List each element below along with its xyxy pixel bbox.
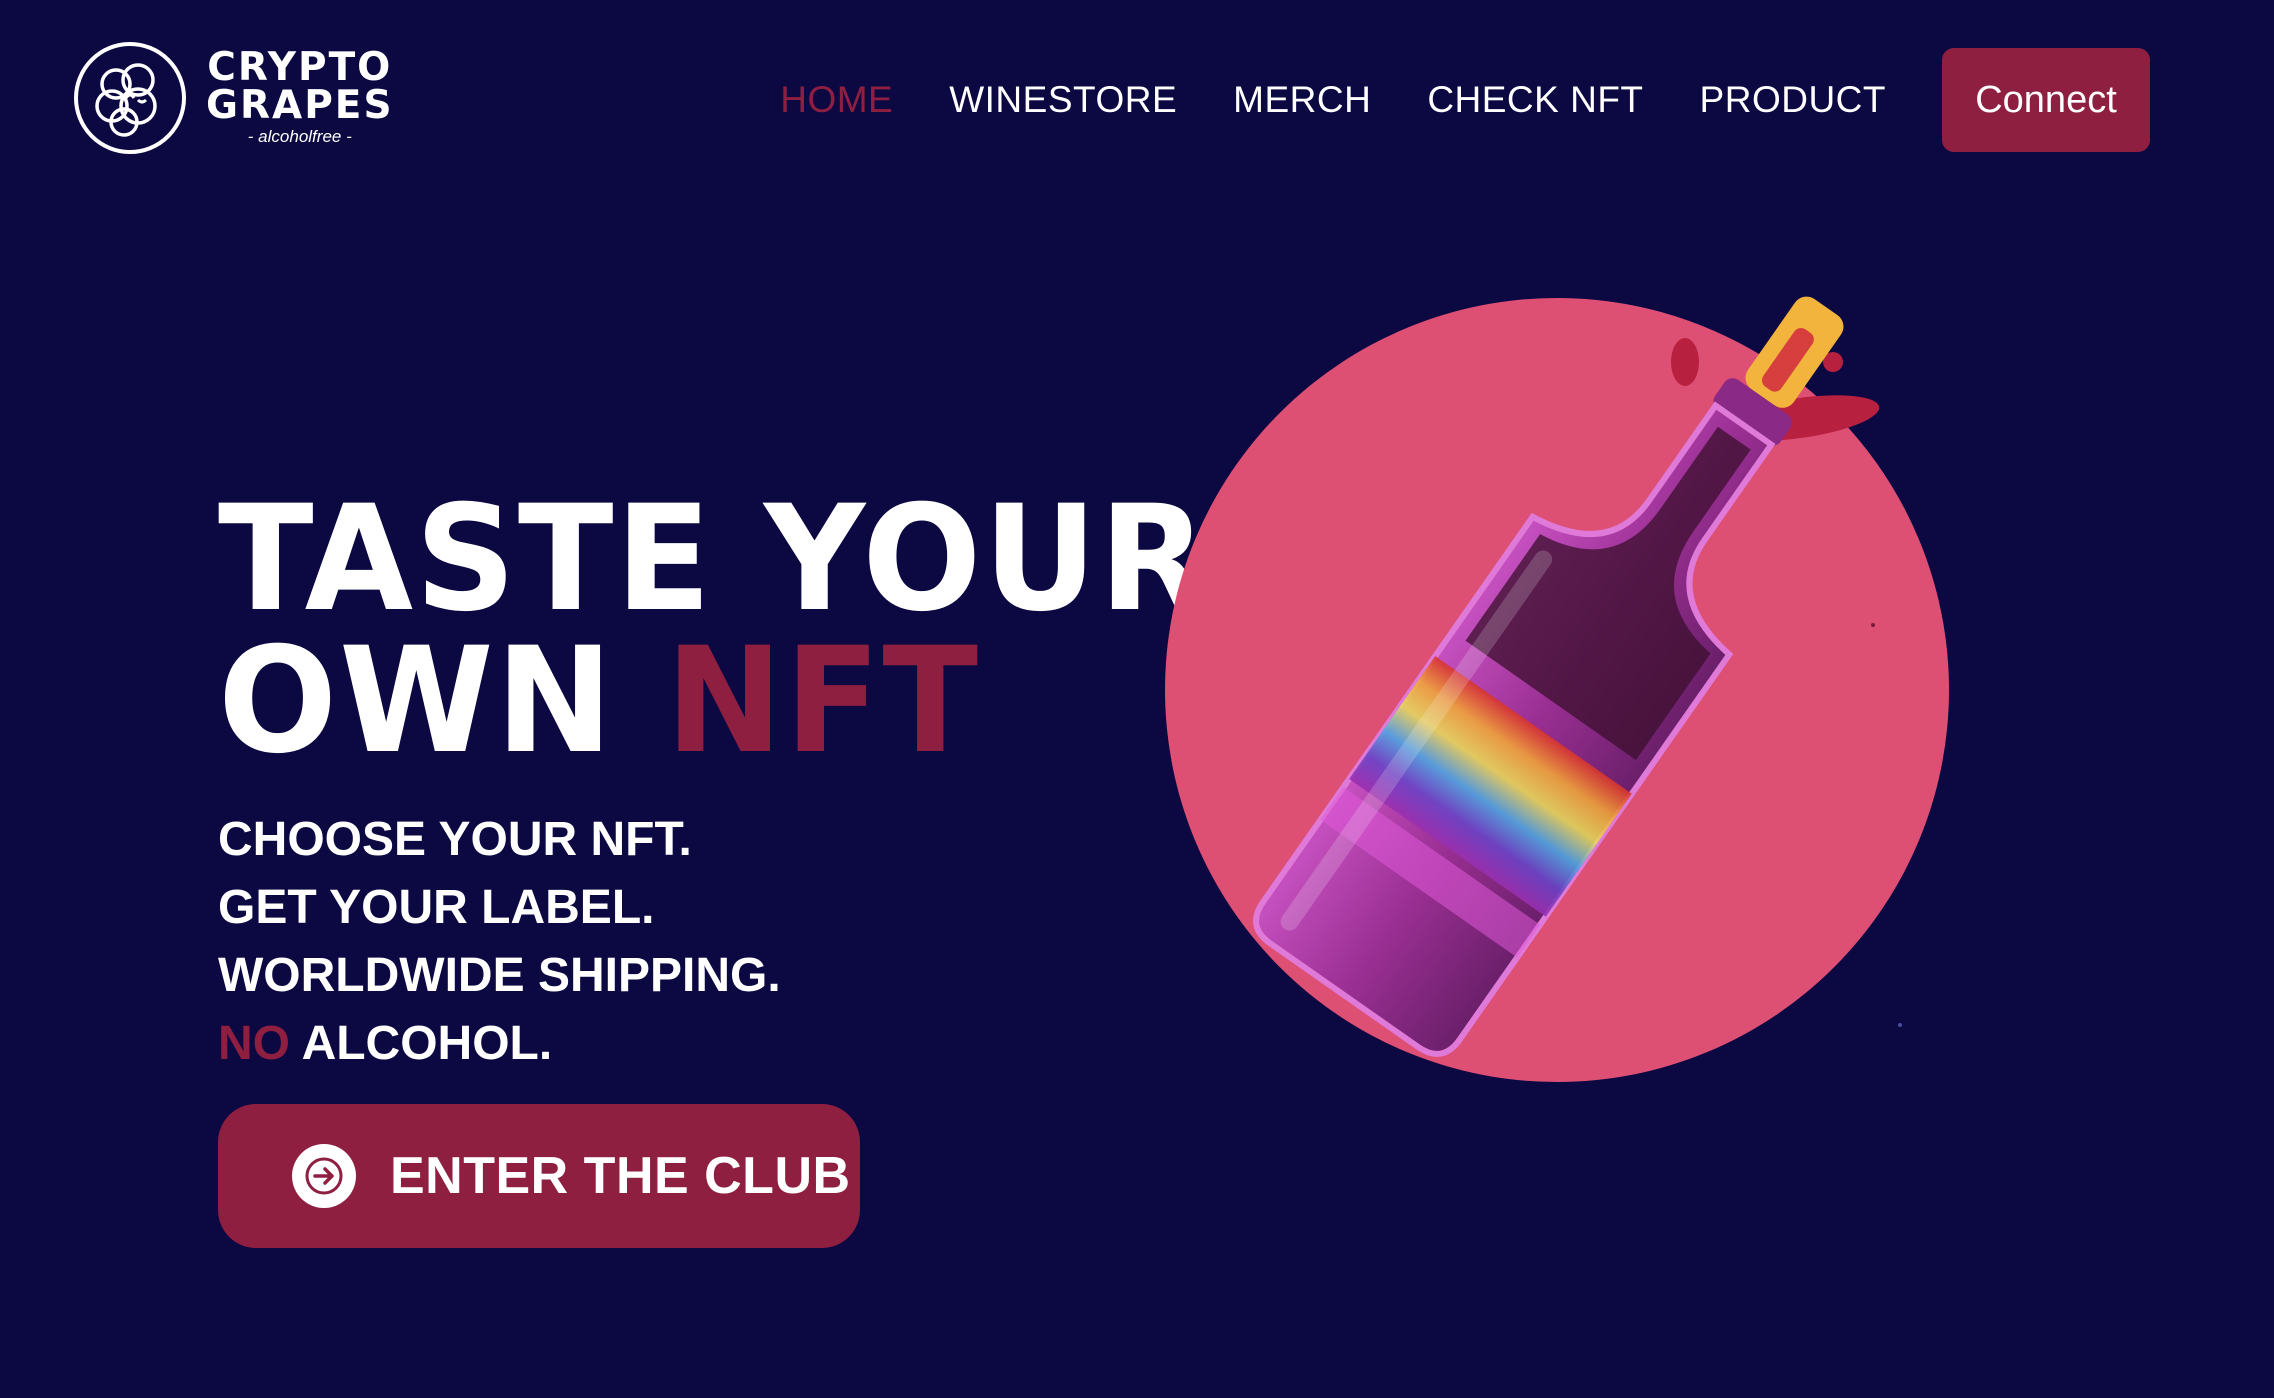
brand-name-line2: GRAPES [206, 83, 394, 128]
feature-item: WORLDWIDE SHIPPING. [218, 949, 781, 1002]
hero-title-accent: NFT [665, 616, 980, 786]
brand-wordmark: CRYPTO GRAPES - alcoholfree - [206, 45, 394, 147]
main-nav: HOME WINESTORE MERCH CHECK NFT PRODUCT C… [724, 48, 2150, 152]
arrow-right-circle-icon [292, 1144, 356, 1208]
brand-tagline: - alcoholfree - [247, 127, 352, 146]
nav-item-check-nft[interactable]: CHECK NFT [1427, 79, 1643, 121]
feature-list: CHOOSE YOUR NFT. GET YOUR LABEL. WORLDWI… [218, 806, 781, 1078]
nav-item-product[interactable]: PRODUCT [1700, 79, 1886, 121]
feature-accent-word: NO [218, 1017, 290, 1070]
feature-item: CHOOSE YOUR NFT. [218, 813, 692, 866]
brand-logo[interactable]: CRYPTO GRAPES - alcoholfree - [72, 40, 394, 156]
nav-item-winestore[interactable]: WINESTORE [949, 79, 1177, 121]
enter-club-label: ENTER THE CLUB [390, 1147, 851, 1205]
hero-title: TASTE YOUR OWN NFT [218, 486, 1209, 774]
feature-rest-text: ALCOHOL. [301, 1017, 553, 1070]
brand-name-line1: CRYPTO [207, 45, 393, 90]
nav-item-home[interactable]: HOME [780, 79, 893, 121]
grape-face-icon [74, 42, 186, 154]
nav-item-merch[interactable]: MERCH [1233, 79, 1371, 121]
feature-item-no-alcohol: NO ALCOHOL. [218, 1010, 781, 1078]
enter-club-button[interactable]: ENTER THE CLUB [218, 1104, 860, 1248]
feature-item: GET YOUR LABEL. [218, 881, 655, 934]
connect-button[interactable]: Connect [1942, 48, 2150, 152]
hero-title-line2-prefix: OWN [218, 616, 615, 786]
wine-bottle-illustration [1165, 296, 1949, 1082]
